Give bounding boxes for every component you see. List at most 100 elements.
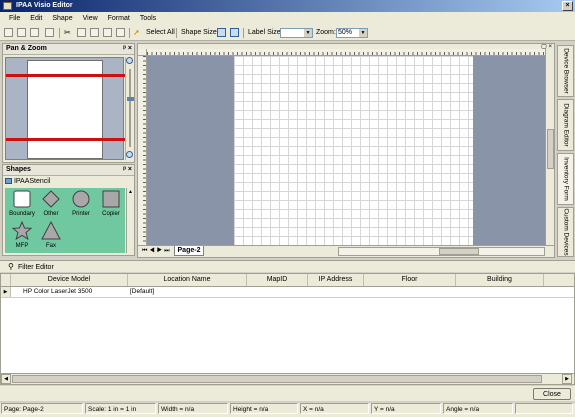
pin-icon[interactable]: ᵖ [123,45,126,52]
row-pointer-icon[interactable]: ▶ [1,287,11,297]
tab-diagram-editor[interactable]: Diagram Editor [557,99,574,151]
shape-copier[interactable]: Copier [97,190,125,218]
pan-zoom-header: Pan & Zoom ᵖ × [3,44,134,55]
chevron-up-icon[interactable]: ▲ [127,188,134,196]
zoom-select[interactable]: 50% ▼ [336,28,368,38]
column-floor[interactable]: Floor [364,274,456,286]
zoom-out-icon[interactable] [126,151,133,158]
menu-tools[interactable]: Tools [135,12,161,25]
shape-other[interactable]: Other [38,190,64,218]
drawing-page[interactable] [234,56,473,245]
shape-mfp[interactable]: MFP [8,220,36,250]
canvas-horizontal-scrollbar[interactable] [338,247,545,256]
stencil-tab[interactable]: IPAAStencil [5,177,133,187]
app-icon [3,2,12,10]
shape-label: Other [43,211,59,217]
circle-icon [72,190,90,208]
menu-format[interactable]: Format [103,12,135,25]
zoom-label: Zoom: [316,29,336,36]
cell-building[interactable] [457,287,543,297]
select-all-icon[interactable]: ➚ [133,28,142,37]
tab-label: Device Browser [562,48,569,94]
zoom-slider[interactable] [125,57,134,160]
table-row[interactable]: ▶ HP Color LaserJet 3500 [Default] [1,287,574,298]
cell-map-id[interactable] [248,287,307,297]
funnel-icon[interactable]: ⚲ [8,262,14,271]
canvas-vertical-scrollbar[interactable] [545,49,554,245]
menu-view[interactable]: View [78,12,103,25]
shape-boundary[interactable]: Boundary [8,190,36,218]
column-device-model[interactable]: Device Model [11,274,128,286]
drawing-canvas[interactable] [147,56,545,245]
group-icon[interactable] [103,28,112,37]
viewport-bottom-line[interactable] [6,138,125,141]
column-building[interactable]: Building [456,274,544,286]
menu-edit[interactable]: Edit [25,12,47,25]
close-icon[interactable]: × [128,166,132,173]
shape-label: Fax [45,243,56,249]
pan-zoom-panel: Pan & Zoom ᵖ × [2,43,135,163]
chevron-left-icon[interactable]: ◀ [1,374,11,384]
filter-editor-button[interactable]: Filter Editor [18,263,54,272]
status-width: Width = n/a [158,403,228,414]
label-size-select[interactable]: ▼ [280,28,313,38]
pan-zoom-preview[interactable] [5,57,125,160]
shape-label: Copier [102,211,120,217]
cell-floor[interactable] [365,287,455,297]
ruler-corner [138,49,147,56]
stencil-name: IPAAStencil [13,178,51,185]
select-all-button[interactable]: Select All [146,29,175,37]
device-grid: Device Model Location Name MapID IP Addr… [0,273,575,385]
viewport-top-line[interactable] [6,74,125,77]
grid-horizontal-scrollbar[interactable]: ◀ ▶ [1,373,574,384]
bring-front-icon[interactable] [116,28,125,37]
shape-size-decrease-icon[interactable] [230,28,239,37]
stencil-scrollbar[interactable]: ▲ [126,188,134,253]
chevron-down-icon[interactable]: ▼ [304,29,312,37]
status-x: X = n/a [300,403,369,414]
label-size-label: Label Size: [248,29,283,36]
print-icon[interactable] [30,28,39,37]
tab-label: Diagram Editor [562,103,569,147]
window-close-button[interactable]: × [562,1,573,11]
scrollbar-thumb[interactable] [439,248,479,255]
scrollbar-thumb[interactable] [547,129,554,169]
export-icon[interactable] [45,28,54,37]
cell-device-model[interactable]: HP Color LaserJet 3500 [23,287,128,297]
copy-icon[interactable] [77,28,86,37]
menu-shape[interactable]: Shape [47,12,77,25]
tab-device-browser[interactable]: Device Browser [557,45,574,97]
shape-label: MFP [15,243,29,249]
cell-ip-address[interactable] [309,287,363,297]
save-all-icon[interactable] [17,28,26,37]
paste-icon[interactable] [90,28,99,37]
row-selector-header [1,274,11,286]
zoom-in-icon[interactable] [126,57,133,64]
column-location-name[interactable]: Location Name [128,274,247,286]
page-navigation-arrows[interactable]: ⏮◀▶⏭ [142,247,172,256]
cell-location-name[interactable]: [Default] [130,287,247,297]
save-icon[interactable] [4,28,13,37]
pin-icon[interactable]: ᵖ [123,166,126,173]
tab-custom-devices[interactable]: Custom Devices [557,207,574,257]
filter-editor-bar: ⚲ Filter Editor [0,260,575,272]
status-empty [515,403,573,414]
tab-inventory-form[interactable]: Inventory Form [557,153,574,205]
tab-page-2[interactable]: Page-2 [174,246,204,256]
close-icon[interactable]: × [128,45,132,52]
shape-size-increase-icon[interactable] [217,28,226,37]
shape-fax[interactable]: Fax [38,220,64,250]
scrollbar-thumb[interactable] [12,375,542,383]
close-button[interactable]: Close [533,388,571,400]
dialog-button-bar: Close [0,386,575,401]
cut-icon[interactable]: ✂ [64,28,73,37]
toolbar-separator [176,28,177,38]
chevron-down-icon[interactable]: ▼ [359,29,367,37]
chevron-right-icon[interactable]: ▶ [562,374,572,384]
toolbar-separator [243,28,244,38]
column-ip-address[interactable]: IP Address [308,274,364,286]
shape-printer[interactable]: Printer [67,190,95,218]
menu-file[interactable]: File [0,12,25,25]
zoom-slider-thumb[interactable] [127,97,134,101]
column-map-id[interactable]: MapID [247,274,308,286]
